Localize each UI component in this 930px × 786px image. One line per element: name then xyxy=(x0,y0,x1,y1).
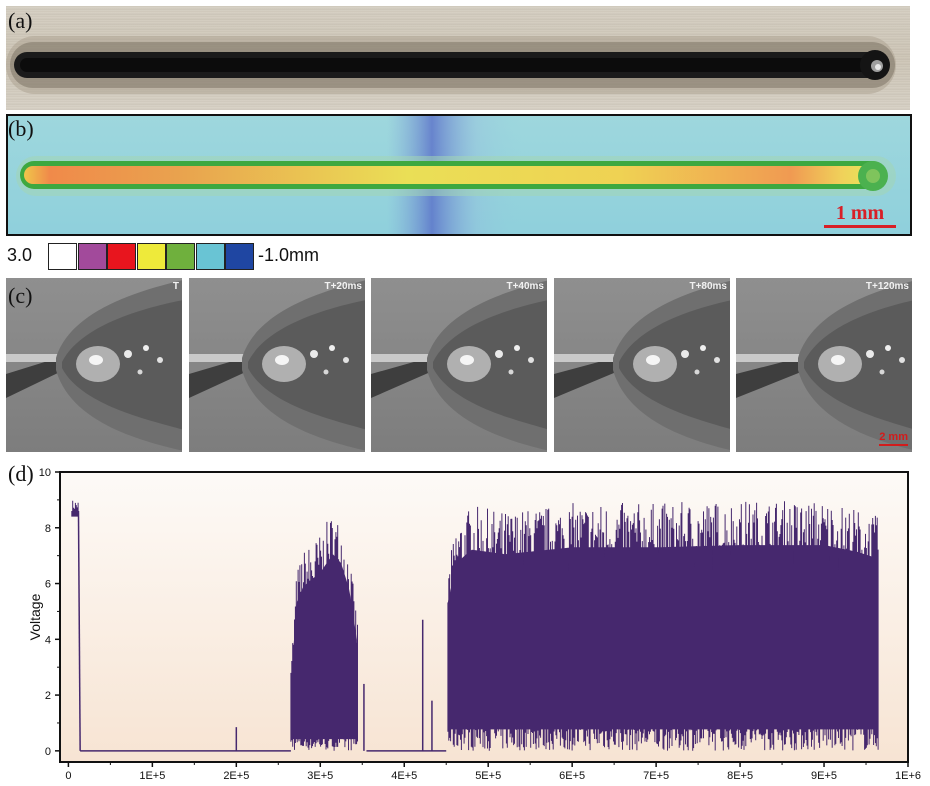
panel-c-frame-time-label: T xyxy=(172,281,179,292)
x-tick-label: 6E+5 xyxy=(559,770,585,782)
panel-c-frame-time-label: T+40ms xyxy=(506,281,544,292)
x-tick-label: 2E+5 xyxy=(223,770,249,782)
panel-b-height-map: 1 mm xyxy=(6,114,912,236)
panel-a-micrograph xyxy=(6,6,910,110)
x-tick-label: 3E+5 xyxy=(307,770,333,782)
panel-c-frame-time-label: T+80ms xyxy=(689,281,727,292)
colorbar-min-label: -1.0mm xyxy=(258,245,320,265)
colorbar-swatch xyxy=(136,243,166,270)
colorbar-max-label: 3.0 xyxy=(7,245,33,265)
x-tick-label: 5E+5 xyxy=(475,770,501,782)
y-tick-label: 4 xyxy=(45,634,51,646)
x-tick-label: 0 xyxy=(65,770,71,782)
y-tick-label: 2 xyxy=(45,690,51,702)
panel-c-scale-bar xyxy=(879,444,908,446)
y-tick-label: 6 xyxy=(45,579,51,591)
x-tick-label: 4E+5 xyxy=(391,770,417,782)
x-tick-label: 1E+6 xyxy=(895,770,921,782)
y-tick-label: 8 xyxy=(45,523,51,535)
y-axis-title: Voltage xyxy=(27,593,43,640)
x-tick-label: 8E+5 xyxy=(727,770,753,782)
panel-b-map-image xyxy=(8,116,910,234)
panel-c-scale-bar-group: 2 mm xyxy=(879,431,908,446)
x-tick-label: 1E+5 xyxy=(139,770,165,782)
panel-c-letter: (c) xyxy=(8,283,33,308)
panel-b-scale-bar xyxy=(824,225,896,228)
colorbar-swatch xyxy=(48,243,77,270)
panel-c-frame: T+80ms xyxy=(554,278,730,452)
panel-d-voltage-chart: 0 1E+5 2E+5 3E+5 4E+5 5E+5 6E+5 7E+5 8E+5 9E+5 1E+… xyxy=(27,467,921,782)
melt-pool-photo xyxy=(554,280,730,451)
colorbar-swatch xyxy=(225,243,254,270)
panel-c-frame: T+40ms xyxy=(371,278,547,452)
melt-pool-photo xyxy=(371,280,547,451)
colorbar-swatch xyxy=(107,243,136,270)
x-tick-label: 9E+5 xyxy=(811,770,837,782)
panel-c-frame: T+120ms 2 mm xyxy=(736,278,912,452)
panel-c-scale-bar-label: 2 mm xyxy=(879,431,908,443)
x-tick-label: 7E+5 xyxy=(643,770,669,782)
melt-pool-photo xyxy=(189,280,365,451)
melt-pool-photo xyxy=(736,281,912,450)
panel-b-scale-bar-label: 1 mm xyxy=(835,202,885,224)
panel-d-letter: (d) xyxy=(8,461,34,486)
colorbar-swatch xyxy=(166,243,195,270)
panel-a-letter: (a) xyxy=(8,8,33,33)
panel-c-frame-time-label: T+20ms xyxy=(324,281,362,292)
panel-b-letter: (b) xyxy=(8,116,34,141)
panel-a-track-image xyxy=(6,36,896,94)
colorbar-swatch xyxy=(77,243,107,270)
colorbar-swatch xyxy=(195,243,225,270)
y-tick-label: 0 xyxy=(45,746,51,758)
panel-c-frame-time-label: T+120ms xyxy=(865,281,909,292)
series-burst xyxy=(447,501,879,751)
panel-c-frame: T+20ms xyxy=(189,278,365,452)
y-tick-label: 10 xyxy=(39,467,51,479)
